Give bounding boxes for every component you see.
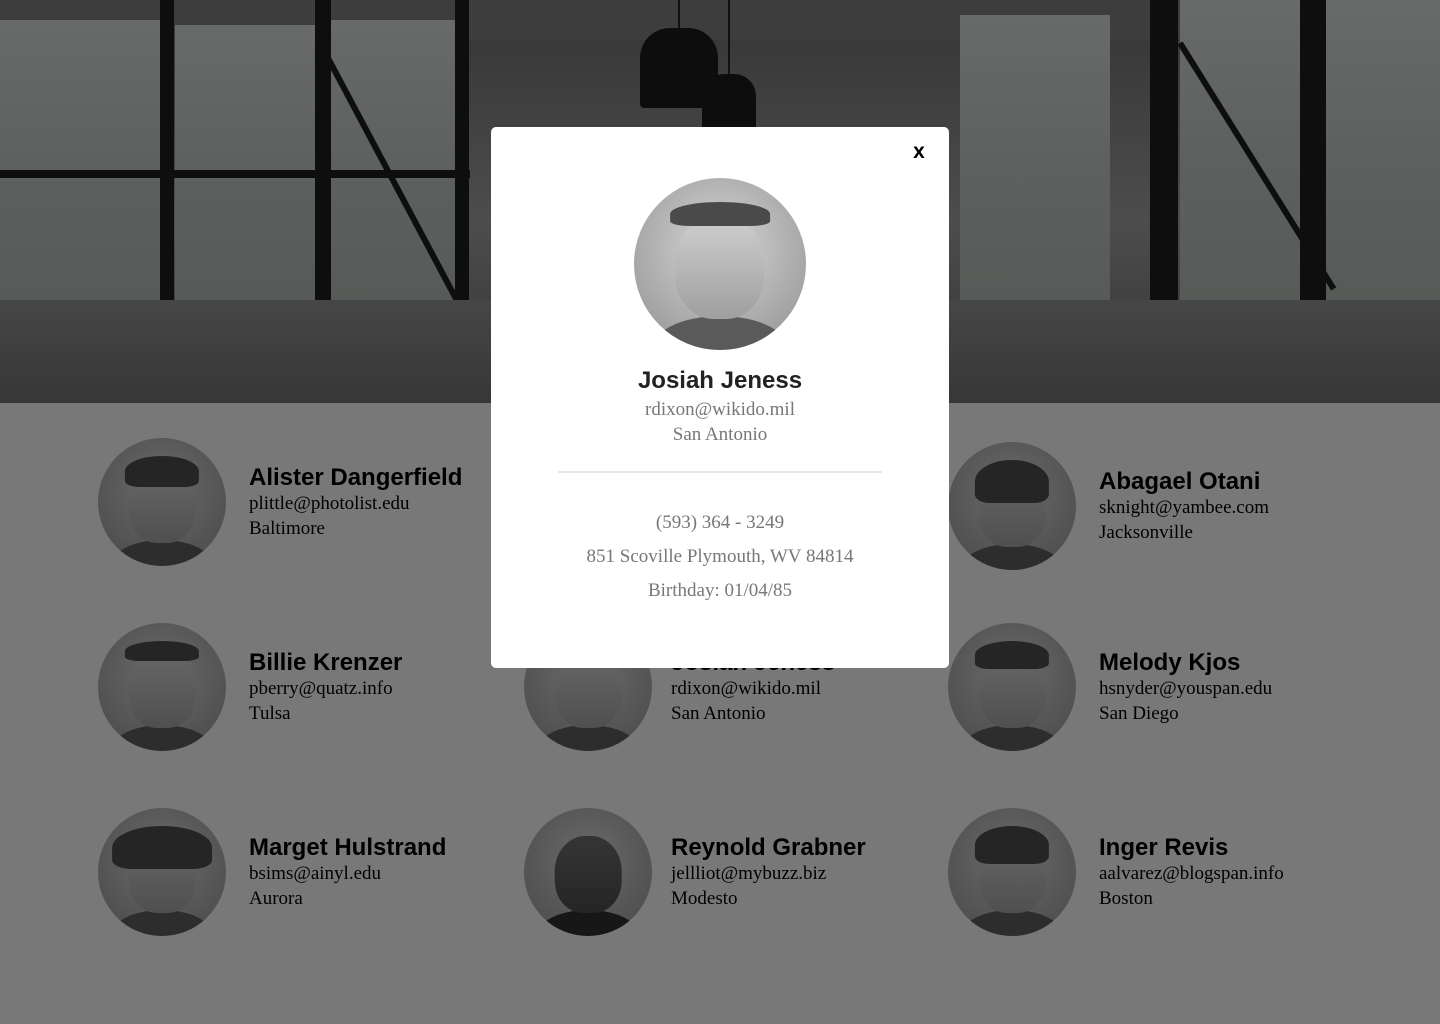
modal-avatar (634, 178, 806, 350)
modal-city: San Antonio (672, 424, 768, 445)
modal-name: Josiah Jeness (637, 367, 803, 394)
modal-birthday: Birthday: 01/04/85 (647, 580, 793, 601)
modal-email: rdixon@wikido.mil (645, 399, 795, 420)
employee-detail-modal: x Josiah Jeness rdixon@wikido.mil San An… (491, 127, 949, 668)
modal-phone: (593) 364 - 3249 (655, 512, 785, 533)
modal-divider (558, 471, 882, 473)
close-button[interactable]: x (903, 139, 935, 165)
modal-address: 851 Scoville Plymouth, WV 84814 (586, 546, 854, 567)
